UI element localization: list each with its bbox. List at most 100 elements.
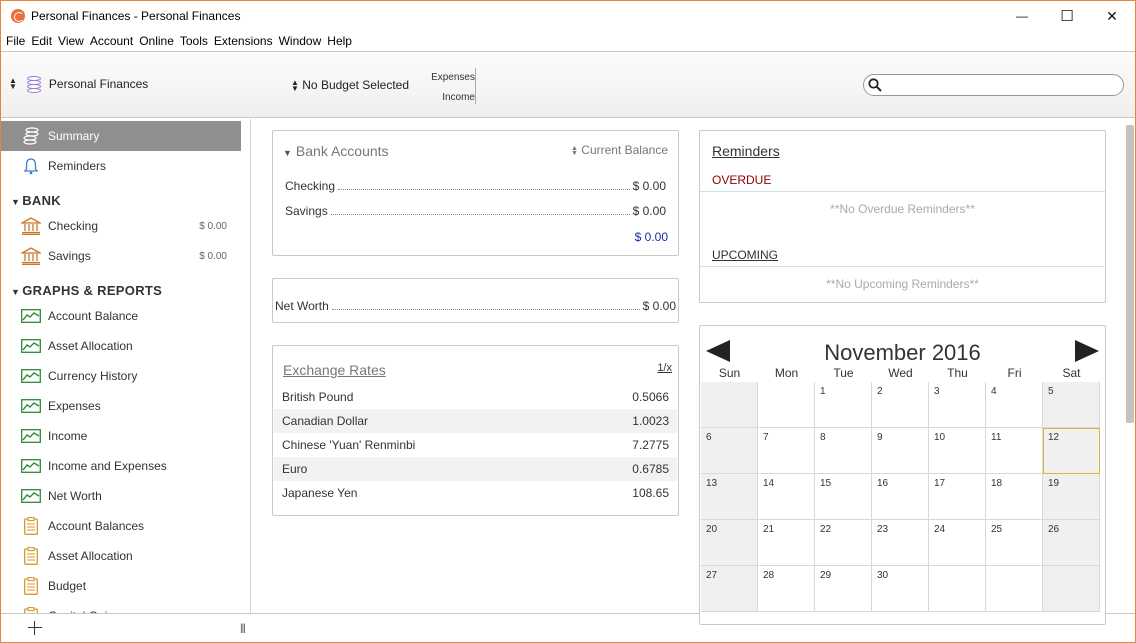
calendar-day-cell[interactable]: 3 — [929, 382, 986, 428]
sidebar-item-label: Asset Allocation — [48, 339, 133, 353]
sidebar-item-graph-currency-history[interactable]: Currency History — [1, 361, 241, 391]
calendar-day-cell[interactable]: 12 — [1043, 428, 1100, 474]
next-month-arrow-icon[interactable] — [1075, 340, 1099, 362]
reminders-title[interactable]: Reminders — [712, 143, 780, 159]
sidebar-item-savings[interactable]: Savings $ 0.00 — [1, 241, 241, 271]
calendar-day-cell[interactable]: 9 — [872, 428, 929, 474]
account-balance: $ 0.00 — [199, 250, 227, 262]
calendar-day-cell[interactable] — [758, 382, 815, 428]
sidebar-item-label: Income and Expenses — [48, 459, 167, 473]
calendar-day-cell[interactable]: 2 — [872, 382, 929, 428]
sidebar-item-graph-income-and-expenses[interactable]: Income and Expenses — [1, 451, 241, 481]
account-row-savings[interactable]: Savings $ 0.00 — [285, 202, 666, 218]
calendar-day-cell[interactable]: 28 — [758, 566, 815, 612]
calendar-day-cell[interactable]: 26 — [1043, 520, 1100, 566]
calendar-day-cell[interactable]: 19 — [1043, 474, 1100, 520]
calendar-day-cell[interactable]: 25 — [986, 520, 1043, 566]
calendar-day-cell[interactable]: 21 — [758, 520, 815, 566]
sidebar-item-graph-account-balance[interactable]: Account Balance — [1, 301, 241, 331]
calendar-day-cell[interactable]: 30 — [872, 566, 929, 612]
calendar-day-cell[interactable]: 16 — [872, 474, 929, 520]
sidebar-item-report-capital-gains[interactable]: Capital Gains — [1, 601, 241, 613]
sidebar-item-checking[interactable]: Checking $ 0.00 — [1, 211, 241, 241]
calendar-day-cell[interactable]: 11 — [986, 428, 1043, 474]
calendar-day-cell[interactable] — [986, 566, 1043, 612]
sidebar-item-graph-income[interactable]: Income — [1, 421, 241, 451]
menu-help[interactable]: Help — [327, 32, 358, 52]
exchange-rate-row[interactable]: Canadian Dollar 1.0023 — [274, 409, 677, 433]
invert-rates-toggle[interactable]: 1/x — [657, 362, 672, 374]
bank-accounts-header[interactable]: ▼ Bank Accounts — [283, 143, 389, 159]
sidebar-item-graph-asset-allocation[interactable]: Asset Allocation — [1, 331, 241, 361]
vertical-scrollbar[interactable] — [1126, 125, 1134, 423]
sidebar-item-graph-net-worth[interactable]: Net Worth — [1, 481, 241, 511]
calendar-day-cell[interactable]: 5 — [1043, 382, 1100, 428]
calendar-day-cell[interactable]: 20 — [701, 520, 758, 566]
calendar-day-cell[interactable]: 7 — [758, 428, 815, 474]
menu-window[interactable]: Window — [279, 32, 328, 52]
exchange-rate-value: 108.65 — [632, 486, 669, 500]
day-of-week-label: Sun — [718, 366, 741, 380]
calendar-day-cell[interactable]: 15 — [815, 474, 872, 520]
exchange-rate-row[interactable]: Euro 0.6785 — [274, 457, 677, 481]
menu-account[interactable]: Account — [90, 32, 139, 52]
sidebar-item-graph-expenses[interactable]: Expenses — [1, 391, 241, 421]
resize-grip-icon[interactable]: ||| — [240, 623, 246, 634]
account-row-checking[interactable]: Checking $ 0.00 — [285, 177, 666, 193]
minimize-button[interactable]: — — [999, 1, 1045, 31]
menu-view[interactable]: View — [58, 32, 90, 52]
calendar-day-cell[interactable]: 18 — [986, 474, 1043, 520]
exchange-rate-row[interactable]: British Pound 0.5066 — [274, 385, 677, 409]
line-graph-icon — [21, 456, 41, 476]
add-icon[interactable] — [28, 621, 42, 635]
calendar-day-cell[interactable]: 1 — [815, 382, 872, 428]
leader-dots — [338, 189, 630, 190]
calendar-day-cell[interactable]: 17 — [929, 474, 986, 520]
bank-accounts-panel: ▼ Bank Accounts ▲ ▼ Current Balance Checki… — [272, 130, 679, 256]
calendar-day-cell[interactable]: 13 — [701, 474, 758, 520]
calendar-day-cell[interactable]: 14 — [758, 474, 815, 520]
menu-tools[interactable]: Tools — [180, 32, 214, 52]
calendar-day-cell[interactable]: 8 — [815, 428, 872, 474]
sidebar-section-graphs-reports[interactable]: ▼ GRAPHS & REPORTS — [11, 283, 162, 298]
sidebar-item-summary[interactable]: Summary — [1, 121, 241, 151]
close-button[interactable]: ✕ — [1089, 1, 1135, 31]
balance-sort-selector[interactable]: ▲ ▼ Current Balance — [571, 143, 668, 157]
calendar-day-cell[interactable]: 29 — [815, 566, 872, 612]
maximize-icon: ☐ — [1060, 8, 1074, 25]
account-selector[interactable]: ▲ ▼ Personal Finances — [9, 74, 148, 94]
menu-online[interactable]: Online — [139, 32, 180, 52]
clipboard-report-icon — [21, 576, 41, 596]
exchange-rate-row[interactable]: Chinese 'Yuan' Renminbi 7.2775 — [274, 433, 677, 457]
calendar-day-cell[interactable]: 24 — [929, 520, 986, 566]
search-input[interactable] — [886, 77, 1116, 93]
search-field[interactable] — [863, 74, 1124, 96]
maximize-button[interactable]: ☐ — [1044, 1, 1090, 31]
sidebar-item-report-budget[interactable]: Budget — [1, 571, 241, 601]
section-label: BANK — [22, 193, 61, 208]
calendar-day-cell[interactable]: 6 — [701, 428, 758, 474]
menu-file[interactable]: File — [6, 32, 31, 52]
upcoming-label[interactable]: UPCOMING — [712, 248, 778, 262]
sidebar-item-reminders[interactable]: Reminders — [1, 151, 241, 181]
calendar-day-cell[interactable] — [701, 382, 758, 428]
calendar-day-cell[interactable]: 10 — [929, 428, 986, 474]
collapse-triangle-icon: ▼ — [11, 197, 21, 207]
sidebar-section-bank[interactable]: ▼ BANK — [11, 193, 61, 208]
exchange-rate-row[interactable]: Japanese Yen 108.65 — [274, 481, 677, 505]
menu-extensions[interactable]: Extensions — [214, 32, 279, 52]
calendar-day-cell[interactable]: 22 — [815, 520, 872, 566]
sidebar-item-report-asset-allocation[interactable]: Asset Allocation — [1, 541, 241, 571]
calendar-day-cell[interactable] — [1043, 566, 1100, 612]
calendar-day-cell[interactable] — [929, 566, 986, 612]
exchange-rates-title[interactable]: Exchange Rates — [283, 362, 386, 378]
calendar-day-cell[interactable]: 4 — [986, 382, 1043, 428]
net-worth-amount: $ 0.00 — [642, 299, 676, 313]
account-balance: $ 0.00 — [199, 220, 227, 232]
search-icon — [868, 78, 882, 92]
calendar-day-cell[interactable]: 23 — [872, 520, 929, 566]
menu-edit[interactable]: Edit — [31, 32, 58, 52]
calendar-day-cell[interactable]: 27 — [701, 566, 758, 612]
sidebar-item-report-account-balances[interactable]: Account Balances — [1, 511, 241, 541]
budget-selector[interactable]: ▲ ▼ No Budget Selected — [291, 78, 409, 92]
